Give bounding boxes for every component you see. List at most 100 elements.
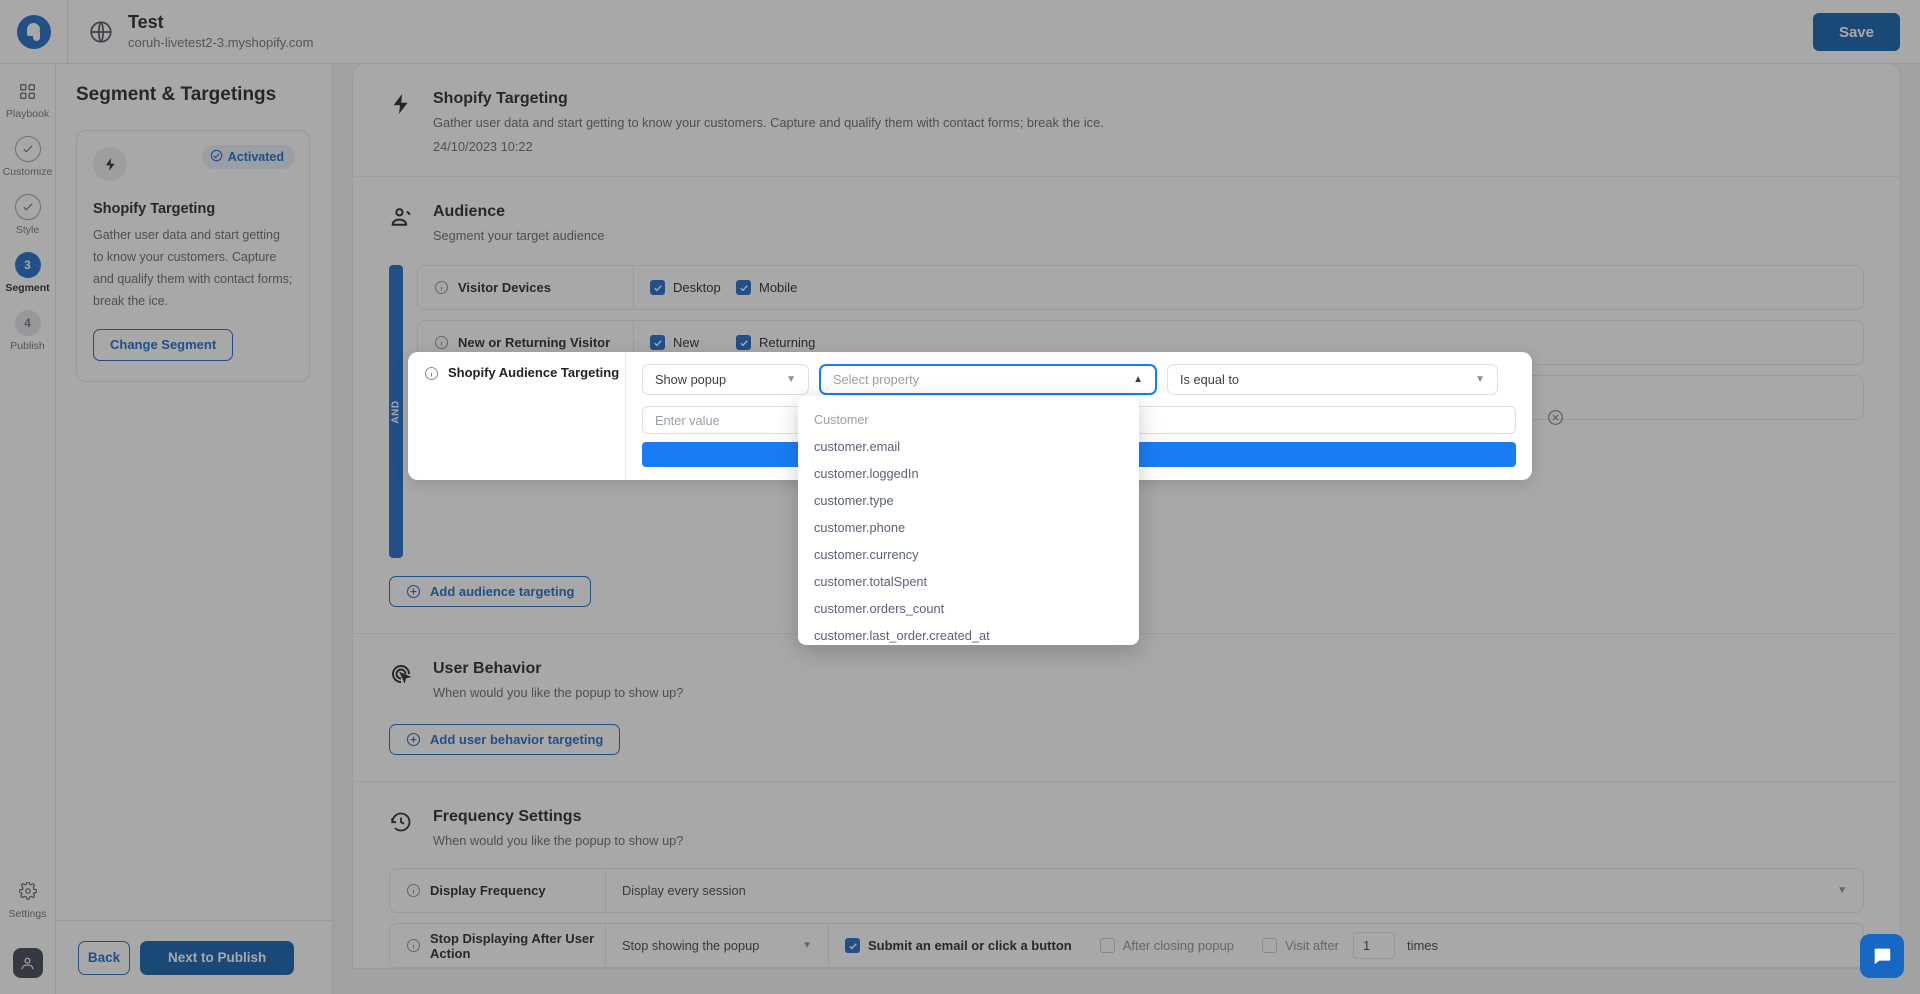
property-select[interactable]: Select property ▲ [819,364,1157,395]
rule-visitor-devices: Visitor Devices Desktop [417,265,1864,310]
rule-label-text: New or Returning Visitor [458,335,610,350]
sidebar-item-customize[interactable]: Customize [0,136,56,178]
checkbox-desktop[interactable]: Desktop [650,280,736,295]
checkbox-new[interactable]: New [650,335,736,350]
stop-action-value: Stop showing the popup [622,938,759,953]
add-user-behavior-targeting-button[interactable]: Add user behavior targeting [389,724,620,755]
checkbox-label: Returning [759,335,815,350]
stop-action-select[interactable]: Stop showing the popup ▼ [622,924,812,968]
sidebar-label-style: Style [0,224,56,236]
checkbox-after-closing[interactable]: After closing popup [1100,938,1234,953]
info-icon[interactable] [406,883,421,898]
operator-select-value: Is equal to [1180,372,1239,387]
dropdown-option-customer-type[interactable]: customer.type [798,487,1139,514]
chevron-up-icon: ▲ [1133,374,1143,385]
plus-circle-icon [406,584,421,599]
segment-card: Activated Shopify Targeting Gather user … [76,130,310,382]
check-circle-icon [15,136,41,162]
and-connector: AND [389,265,403,558]
section-subtitle: Gather user data and start getting to kn… [433,115,1104,130]
sidebar-label-playbook: Playbook [0,108,56,120]
chevron-down-icon: ▼ [1837,885,1847,896]
brand-logo-cell[interactable] [0,0,68,64]
info-icon[interactable] [434,335,449,350]
action-select[interactable]: Show popup ▼ [642,364,809,395]
rule-label-text: Visitor Devices [458,280,551,295]
chevron-down-icon: ▼ [786,374,796,385]
sidebar-item-settings[interactable]: Settings [0,878,56,920]
segment-card-title: Shopify Targeting [93,201,293,217]
chevron-down-icon: ▼ [1475,374,1485,385]
checkbox-visit-after[interactable]: Visit after [1262,938,1339,953]
shopify-targeting-section: Shopify Targeting Gather user data and s… [353,64,1900,176]
property-dropdown-panel: Customer customer.email customer.loggedI… [798,396,1139,645]
history-clock-icon [389,810,415,836]
user-avatar-wrap[interactable] [0,948,56,978]
dropdown-option-customer-orders-count[interactable]: customer.orders_count [798,595,1139,622]
next-to-publish-button[interactable]: Next to Publish [140,941,294,975]
checkbox-submit-email[interactable]: Submit an email or click a button [845,938,1072,953]
app-root: Test coruh-livetest2-3.myshopify.com Sav… [0,0,1920,994]
rule-label: Visitor Devices [418,266,634,309]
step-number-badge: 3 [15,252,41,278]
display-frequency-select[interactable]: Display every session ▼ [622,869,1863,913]
status-badge: Activated [202,145,295,169]
times-label: times [1407,938,1438,953]
visit-count-input[interactable]: 1 [1353,932,1395,959]
info-icon[interactable] [434,280,449,295]
add-user-behavior-label: Add user behavior targeting [430,732,603,747]
dropdown-option-customer-last-order-created-at[interactable]: customer.last_order.created_at [798,622,1139,645]
sidebar-item-style[interactable]: Style [0,194,56,236]
step-number-badge: 4 [15,310,41,336]
section-title: Shopify Targeting [433,90,1104,108]
gear-icon [15,878,41,904]
checkbox-label: New [673,335,699,350]
app-logo-icon [17,15,51,49]
add-audience-targeting-button[interactable]: Add audience targeting [389,576,591,607]
dropdown-option-customer-totalspent[interactable]: customer.totalSpent [798,568,1139,595]
checkbox-checked-icon [845,938,860,953]
checkbox-mobile[interactable]: Mobile [736,280,822,295]
sidebar-label-segment: Segment [0,282,56,294]
section-subtitle: When would you like the popup to show up… [433,685,683,700]
checkbox-returning[interactable]: Returning [736,335,822,350]
row-display-frequency: Display Frequency Display every session … [389,868,1864,913]
remove-rule-icon[interactable] [1547,409,1564,426]
operator-select[interactable]: Is equal to ▼ [1167,364,1498,395]
dropdown-option-customer-currency[interactable]: customer.currency [798,541,1139,568]
status-badge-label: Activated [228,150,284,164]
info-icon[interactable] [424,366,439,381]
segment-card-desc: Gather user data and start getting to kn… [93,225,293,313]
avatar[interactable] [13,948,43,978]
save-button[interactable]: Save [1813,13,1900,51]
site-info: Test coruh-livetest2-3.myshopify.com [88,12,313,51]
dropdown-option-customer-phone[interactable]: customer.phone [798,514,1139,541]
back-button[interactable]: Back [78,941,130,975]
dropdown-option-customer-email[interactable]: customer.email [798,433,1139,460]
and-connector-label: AND [391,400,402,423]
rule-body: Desktop Mobile [634,280,1863,295]
grid-icon [15,78,41,104]
audience-icon [389,205,415,231]
chevron-down-icon: ▼ [802,940,812,951]
row-label: Stop Displaying After User Action [390,924,606,967]
sidebar-item-segment[interactable]: 3 Segment [0,252,56,294]
section-timestamp: 24/10/2023 10:22 [433,139,1104,154]
left-rail: Playbook Customize Style 3 Segment 4 Pub… [0,64,56,994]
frequency-section-header: Frequency Settings When would you like t… [353,782,1900,848]
cursor-target-icon [389,662,415,688]
sidebar-item-publish[interactable]: 4 Publish [0,310,56,352]
check-circle-icon [210,149,223,165]
audience-section-header: Audience Segment your target audience [353,177,1900,243]
change-segment-button[interactable]: Change Segment [93,329,233,361]
section-title: Frequency Settings [433,808,683,826]
chat-support-button[interactable] [1860,934,1904,978]
row-label: Display Frequency [390,869,606,912]
action-select-value: Show popup [655,372,726,387]
checkbox-label: Visit after [1285,938,1339,953]
checkbox-label: Desktop [673,280,721,295]
info-icon[interactable] [406,938,421,953]
dropdown-option-customer-loggedin[interactable]: customer.loggedIn [798,460,1139,487]
plus-circle-icon [406,732,421,747]
sidebar-item-playbook[interactable]: Playbook [0,78,56,120]
